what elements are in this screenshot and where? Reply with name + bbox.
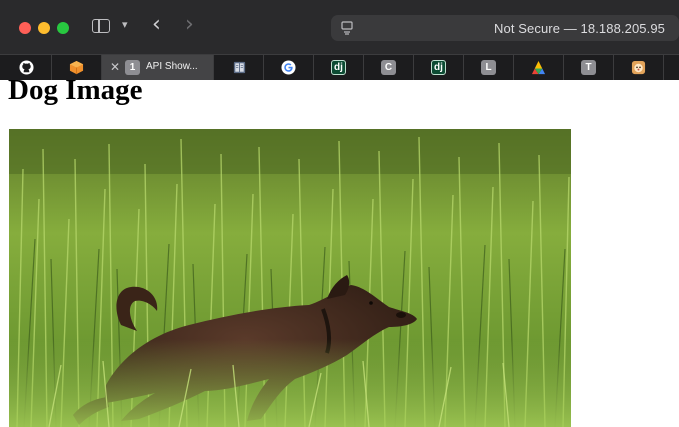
sidebar-toggle-icon[interactable] xyxy=(92,19,110,33)
window-titlebar: ▾ ‹ › Not Secure — 18.188.205.95 xyxy=(0,0,679,54)
letter-icon: L xyxy=(481,60,496,75)
minimize-window-button[interactable] xyxy=(38,22,50,34)
zoom-window-button[interactable] xyxy=(57,22,69,34)
back-button[interactable]: ‹ xyxy=(152,12,161,37)
address-bar[interactable]: Not Secure — 18.188.205.95 xyxy=(331,15,679,41)
tab-l[interactable]: L xyxy=(464,55,514,80)
tab-book[interactable] xyxy=(214,55,264,80)
tab-number-icon: 1 xyxy=(125,60,140,75)
django-icon: dj xyxy=(331,60,346,75)
tab-title: API Show... xyxy=(146,61,198,72)
tab-c[interactable]: C xyxy=(364,55,414,80)
close-tab-icon[interactable]: ✕ xyxy=(110,60,120,74)
close-window-button[interactable] xyxy=(19,22,31,34)
tab-google[interactable] xyxy=(264,55,314,80)
colorful-logo-icon xyxy=(531,60,546,75)
github-icon xyxy=(19,60,34,75)
google-icon xyxy=(281,60,296,75)
forward-button[interactable]: › xyxy=(185,12,194,37)
url-text: Not Secure — 18.188.205.95 xyxy=(494,21,665,36)
app-icon xyxy=(631,60,646,75)
django-icon: dj xyxy=(431,60,446,75)
tab-colorful-logo[interactable] xyxy=(514,55,564,80)
letter-icon: C xyxy=(381,60,396,75)
package-icon xyxy=(69,60,84,75)
page-heading: Dog Image xyxy=(8,74,143,106)
tab-t[interactable]: T xyxy=(564,55,614,80)
book-icon xyxy=(233,61,246,74)
dog-image xyxy=(9,129,571,427)
chevron-down-icon[interactable]: ▾ xyxy=(122,18,128,31)
tab-django-1[interactable]: dj xyxy=(314,55,364,80)
tab-django-2[interactable]: dj xyxy=(414,55,464,80)
letter-icon: T xyxy=(581,60,596,75)
tab-app[interactable] xyxy=(614,55,664,80)
